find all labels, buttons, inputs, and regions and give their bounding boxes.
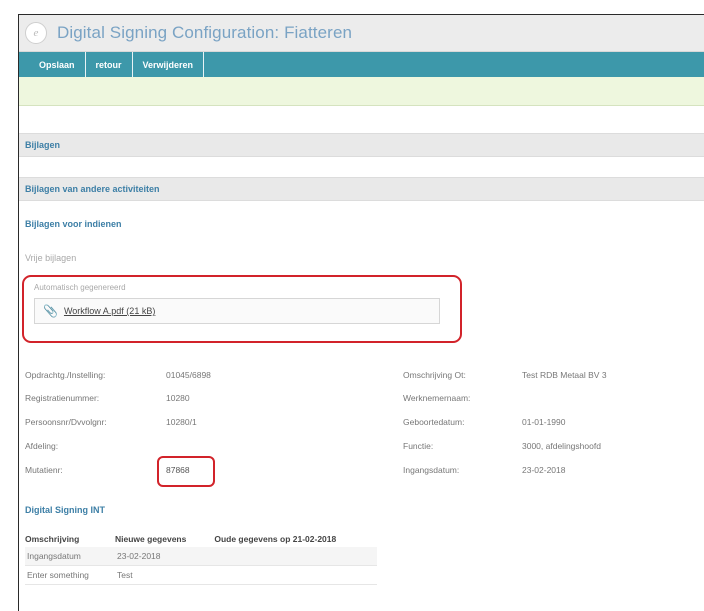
registratienummer-label: Registratienummer: <box>25 393 100 403</box>
digital-signing-title: Digital Signing INT <box>25 505 105 515</box>
opdrachtgever-label: Opdrachtg./Instelling: <box>25 370 106 380</box>
delete-button[interactable]: Verwijderen <box>133 52 205 77</box>
table-row: Enter something Test <box>25 565 377 585</box>
functie-label: Functie: <box>403 441 434 451</box>
attachment-link[interactable]: Workflow A.pdf (21 kB) <box>64 306 155 316</box>
auto-generated-label: Automatisch gegenereerd <box>34 283 126 292</box>
bijlagen-indienen-link[interactable]: Bijlagen voor indienen <box>25 219 122 229</box>
attachment-item: 📎 Workflow A.pdf (21 kB) <box>34 298 440 324</box>
afdeling-label: Afdeling: <box>25 441 59 451</box>
column-header: Oude gegevens op 21-02-2018 <box>214 534 337 544</box>
functie-value: 3000, afdelingshoofd <box>522 441 601 451</box>
back-button[interactable]: retour <box>86 52 133 77</box>
opdrachtgever-value: 01045/6898 <box>166 370 211 380</box>
table-row: Ingangsdatum 23-02-2018 <box>25 547 377 566</box>
mutatienr-value: 87868 <box>166 465 190 475</box>
table-cell: 23-02-2018 <box>115 547 215 566</box>
geboortedatum-label: Geboortedatum: <box>403 417 465 427</box>
toolbar: Opslaan retour Verwijderen <box>19 52 704 77</box>
section-bijlagen[interactable]: Bijlagen <box>19 133 704 157</box>
column-header: Omschrijving <box>25 534 80 544</box>
omschrijving-ot-label: Omschrijving Ot: <box>403 370 466 380</box>
werknemernaam-label: Werknemernaam: <box>403 393 471 403</box>
persoonsnr-value: 10280/1 <box>166 417 197 427</box>
vrije-bijlagen-label: Vrije bijlagen <box>25 253 77 263</box>
section-bijlagen-andere[interactable]: Bijlagen van andere activiteiten <box>19 177 704 201</box>
compare-table: Omschrijving Nieuwe gegevens Oude gegeve… <box>25 531 377 585</box>
table-cell: Test <box>115 565 215 585</box>
ingangsdatum-label: Ingangsdatum: <box>403 465 460 475</box>
app-logo-icon: e <box>25 22 47 44</box>
column-header: Nieuwe gegevens <box>115 534 187 544</box>
table-cell <box>214 547 377 566</box>
app-window: e Digital Signing Configuration: Fiatter… <box>18 14 704 611</box>
save-button[interactable]: Opslaan <box>19 52 86 77</box>
table-cell <box>214 565 377 585</box>
table-cell: Enter something <box>25 565 116 585</box>
ingangsdatum-value: 23-02-2018 <box>522 465 566 475</box>
geboortedatum-value: 01-01-1990 <box>522 417 566 427</box>
table-cell: Ingangsdatum <box>25 547 116 566</box>
title-bar: e Digital Signing Configuration: Fiatter… <box>19 15 704 52</box>
paperclip-icon: 📎 <box>43 304 58 318</box>
page-title: Digital Signing Configuration: Fiatteren <box>57 23 353 42</box>
mutatienr-label: Mutatienr: <box>25 465 63 475</box>
auto-generated-group: Automatisch gegenereerd 📎 Workflow A.pdf… <box>22 275 462 343</box>
notice-bar <box>19 77 704 106</box>
table-header-row: Omschrijving Nieuwe gegevens Oude gegeve… <box>25 531 377 547</box>
registratienummer-value: 10280 <box>166 393 190 403</box>
omschrijving-ot-value: Test RDB Metaal BV 3 <box>522 370 607 380</box>
persoonsnr-label: Persoonsnr/Dvvolgnr: <box>25 417 107 427</box>
